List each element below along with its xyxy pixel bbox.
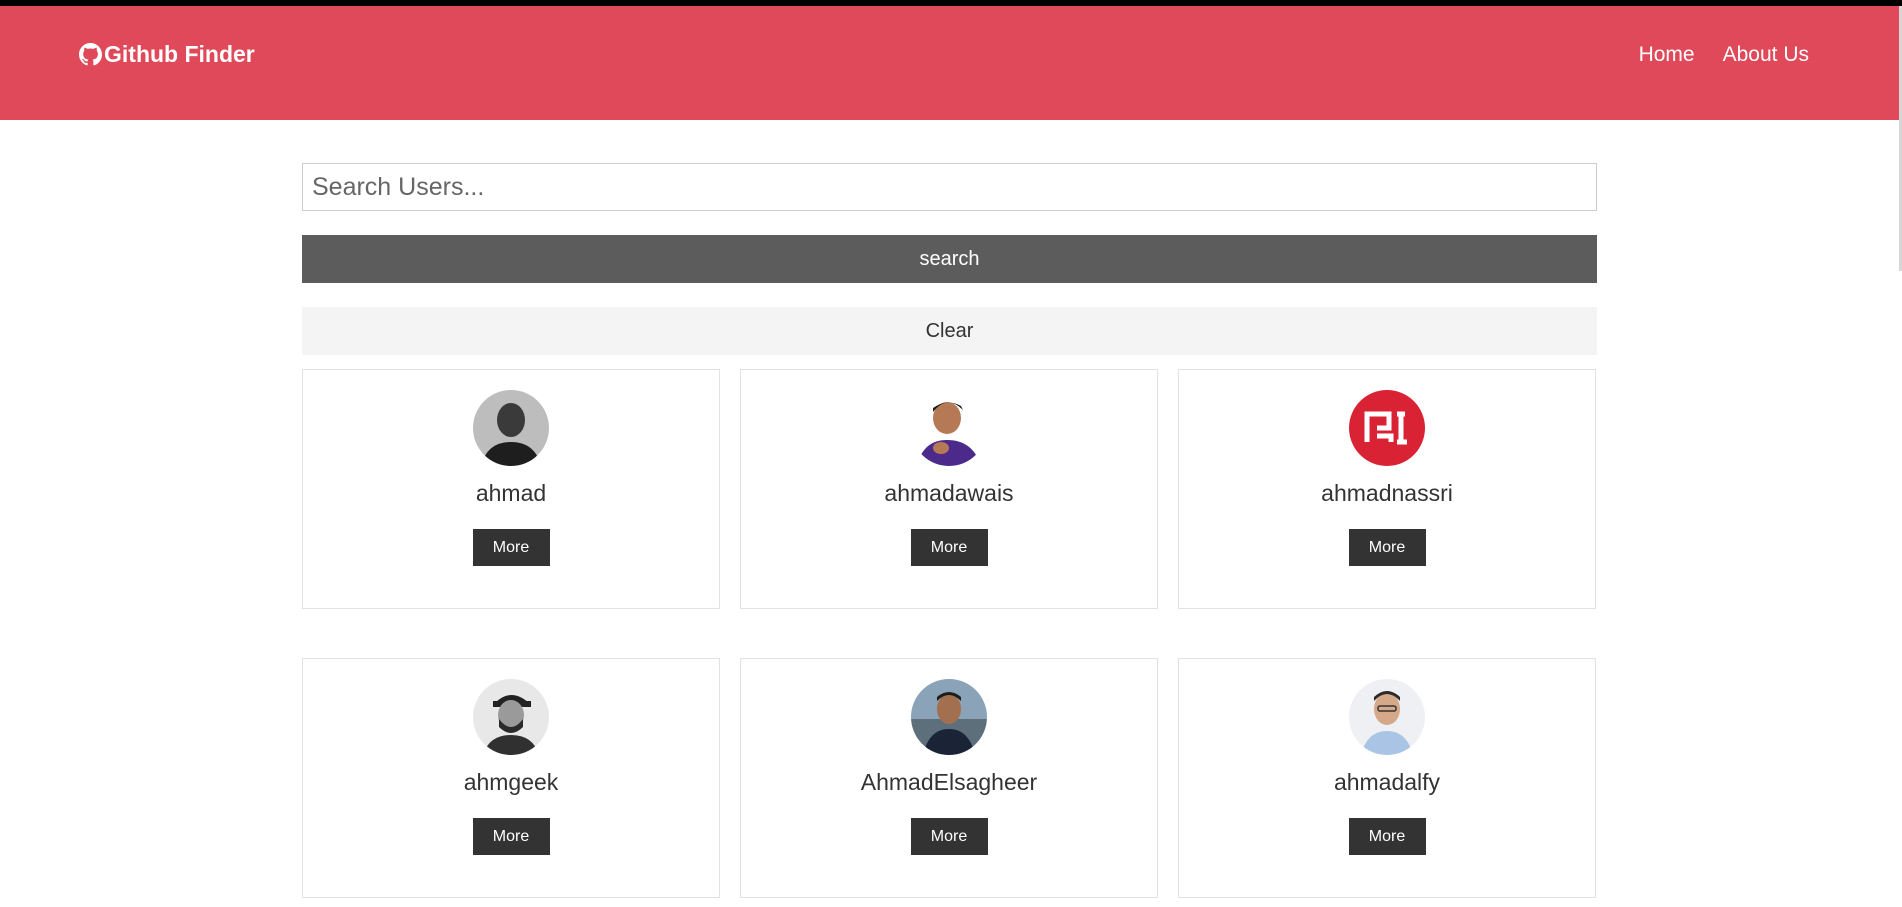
brand[interactable]: Github Finder xyxy=(79,41,255,68)
user-avatar-bw xyxy=(473,679,549,755)
nav-links: Home About Us xyxy=(1611,43,1809,67)
user-login: ahmadalfy xyxy=(1333,769,1441,795)
nav-link-home[interactable]: Home xyxy=(1639,43,1695,67)
user-login: ahmadnassri xyxy=(1321,480,1453,506)
user-login: AhmadElsagheer xyxy=(860,769,1038,795)
user-avatar-bw xyxy=(473,390,549,466)
main-container: search Clear ahmad More xyxy=(302,163,1597,898)
user-login: ahmadawais xyxy=(884,480,1014,506)
user-card: ahmadnassri More xyxy=(1178,369,1596,609)
more-button[interactable]: More xyxy=(472,529,550,566)
search-input[interactable] xyxy=(302,163,1597,211)
user-avatar-color xyxy=(1349,679,1425,755)
github-icon xyxy=(79,43,102,66)
user-card: ahmad More xyxy=(302,369,720,609)
search-button[interactable]: search xyxy=(302,235,1597,283)
more-button[interactable]: More xyxy=(1348,529,1426,566)
navbar: Github Finder Home About Us xyxy=(0,6,1902,120)
user-avatar-color xyxy=(911,390,987,466)
users-grid: ahmad More ahmadawais More ahmadnassri M… xyxy=(302,369,1597,898)
user-login: ahmad xyxy=(475,480,547,506)
user-login: ahmgeek xyxy=(463,769,559,795)
user-card: ahmadawais More xyxy=(740,369,1158,609)
user-card: ahmadalfy More xyxy=(1178,658,1596,898)
user-avatar-color xyxy=(911,679,987,755)
more-button[interactable]: More xyxy=(1348,818,1426,855)
red-logo-avatar xyxy=(1349,390,1425,466)
clear-button[interactable]: Clear xyxy=(302,307,1597,355)
user-card: ahmgeek More xyxy=(302,658,720,898)
more-button[interactable]: More xyxy=(910,818,988,855)
more-button[interactable]: More xyxy=(910,529,988,566)
user-card: AhmadElsagheer More xyxy=(740,658,1158,898)
brand-title: Github Finder xyxy=(104,41,255,67)
more-button[interactable]: More xyxy=(472,818,550,855)
nav-link-about[interactable]: About Us xyxy=(1723,43,1809,67)
